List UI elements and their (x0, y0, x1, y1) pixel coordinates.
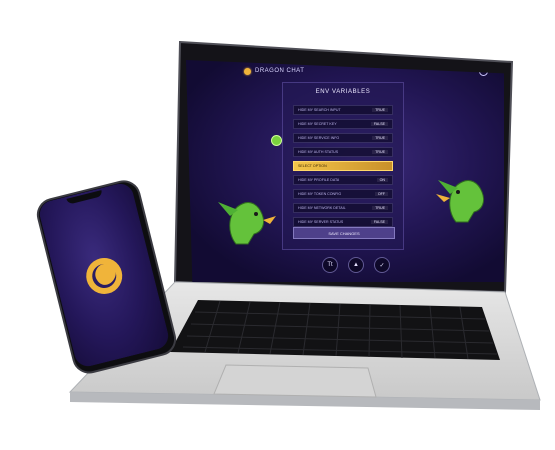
dragon-emblem-icon (86, 257, 123, 294)
send-icon[interactable]: ▲ (348, 257, 364, 273)
text-size-icon[interactable]: Tt (322, 257, 338, 273)
laptop-screen: DRAGON CHAT ENV VARIABLES HIDE MY SEARCH… (186, 60, 504, 282)
bottom-toolbar: Tt ▲ ✓ (296, 256, 416, 274)
trackpad (213, 364, 377, 398)
check-icon[interactable]: ✓ (374, 257, 390, 273)
dragon-left-icon (218, 201, 276, 245)
dragons-layer (218, 179, 485, 245)
dragon-right-icon (436, 179, 485, 223)
